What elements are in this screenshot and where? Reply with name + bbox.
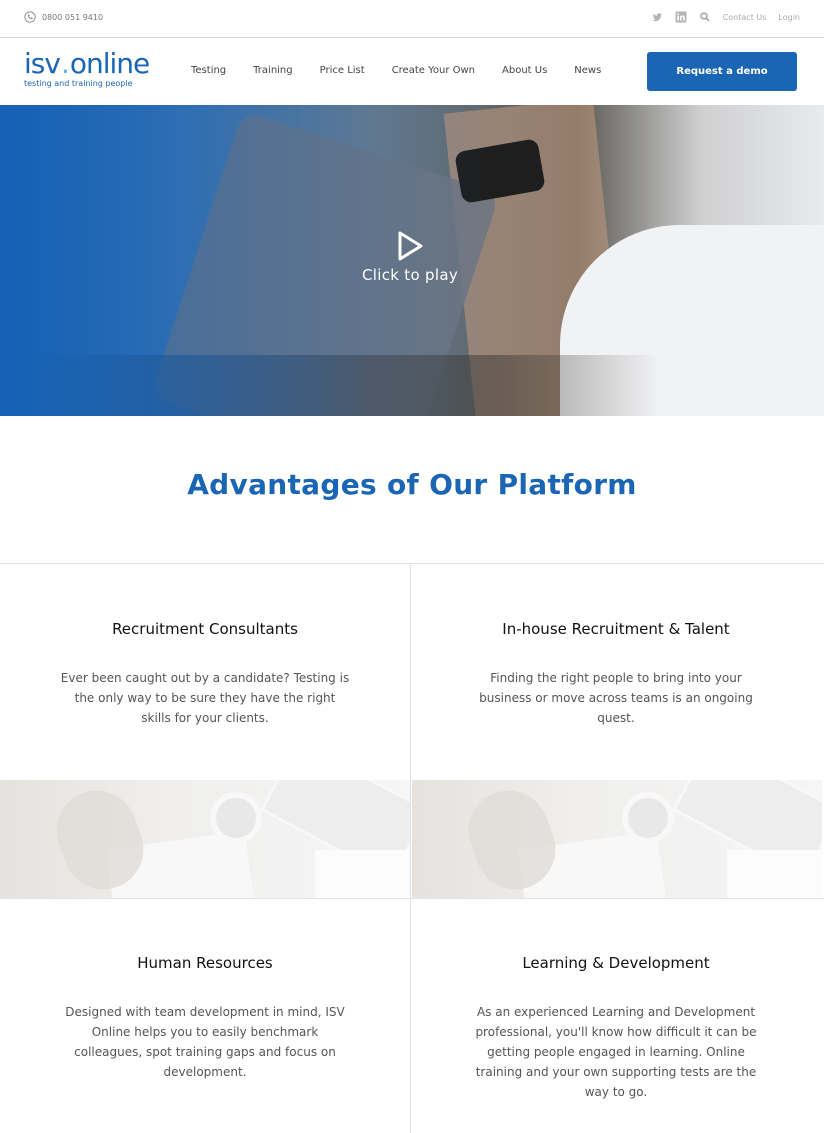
hero-video[interactable]: Click to play [0, 105, 824, 416]
logo-isv: isv [24, 47, 61, 80]
card-text: Ever been caught out by a candidate? Tes… [60, 671, 350, 725]
top-bar: 0800 051 9410 Contact Us Login [0, 0, 824, 38]
play-icon[interactable] [396, 230, 424, 262]
photo-wash [412, 780, 822, 898]
search-icon[interactable] [699, 11, 711, 23]
nav-item-about-us[interactable]: About Us [502, 65, 547, 76]
card-title: Recruitment Consultants [112, 620, 298, 638]
divider [0, 563, 824, 564]
nav-item-training[interactable]: Training [253, 65, 292, 76]
play-control[interactable]: Click to play [330, 230, 490, 300]
card-text: Finding the right people to bring into y… [479, 671, 753, 725]
nav-item-price-list[interactable]: Price List [320, 65, 365, 76]
logo-wordmark: isv. online [24, 47, 150, 80]
card-title: Learning & Development [522, 954, 710, 972]
linkedin-icon[interactable] [675, 11, 687, 23]
advantage-card-human-resources: Human Resources Designed with team devel… [0, 954, 410, 1082]
card-text: As an experienced Learning and Developme… [475, 1005, 757, 1099]
advantage-card-learning-development: Learning & Development As an experienced… [411, 954, 821, 1102]
advantage-card-in-house-recruitment: In-house Recruitment & Talent Finding th… [411, 620, 821, 728]
nav-item-news[interactable]: News [574, 65, 601, 76]
main-nav: Testing Training Price List Create Your … [191, 65, 628, 76]
logo-dot: . [60, 47, 70, 80]
logo-tagline: testing and training people [24, 79, 133, 88]
isv-online-logo[interactable]: isv. online testing and training people [24, 47, 150, 95]
login-link[interactable]: Login [778, 13, 800, 22]
desk-photo [0, 780, 410, 898]
phone-number: 0800 051 9410 [42, 12, 104, 22]
divider [0, 898, 824, 899]
request-demo-button[interactable]: Request a demo [647, 52, 797, 91]
card-title: Human Resources [137, 954, 273, 972]
contact-us-link[interactable]: Contact Us [723, 13, 767, 22]
advantages-title: Advantages of Our Platform [187, 468, 637, 501]
photo-wash [0, 780, 410, 898]
phone-icon [24, 11, 36, 23]
card-text: Designed with team development in mind, … [65, 1005, 345, 1079]
twitter-icon[interactable] [651, 11, 663, 23]
site-header: isv. online testing and training people T… [0, 39, 824, 105]
play-label: Click to play [362, 266, 458, 284]
nav-item-create-your-own[interactable]: Create Your Own [392, 65, 475, 76]
desk-photo [412, 780, 822, 898]
card-title: In-house Recruitment & Talent [502, 620, 730, 638]
advantage-card-recruitment-consultants: Recruitment Consultants Ever been caught… [0, 620, 410, 728]
phone-contact[interactable]: 0800 051 9410 [24, 11, 103, 23]
logo-online: online [69, 47, 150, 80]
nav-item-testing[interactable]: Testing [191, 65, 226, 76]
